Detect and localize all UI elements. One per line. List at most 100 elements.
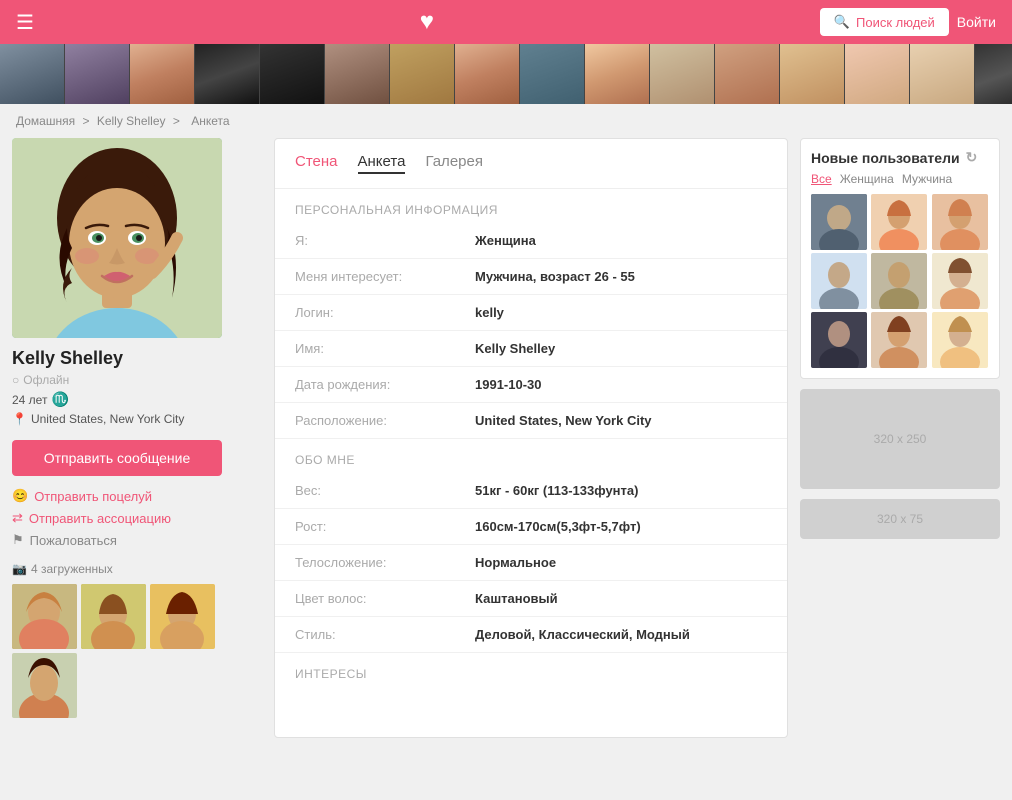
send-message-button[interactable]: Отправить сообщение: [12, 440, 222, 476]
photo-strip: [0, 44, 1012, 104]
strip-photo[interactable]: [260, 44, 325, 104]
search-button[interactable]: 🔍 Поиск людей: [820, 8, 949, 36]
user-thumb[interactable]: [932, 253, 988, 309]
location-icon: 📍: [12, 412, 27, 426]
header-actions: 🔍 Поиск людей Войти: [820, 8, 996, 36]
tab-gallery[interactable]: Галерея: [425, 153, 483, 174]
user-thumb[interactable]: [932, 194, 988, 250]
strip-photo[interactable]: [390, 44, 455, 104]
field-value: kelly: [455, 295, 787, 331]
association-icon: ⇄: [12, 510, 23, 526]
field-label: Цвет волос:: [275, 581, 455, 617]
strip-photo[interactable]: [65, 44, 130, 104]
field-label: Рост:: [275, 509, 455, 545]
report-link[interactable]: ⚑ Пожаловаться: [12, 532, 262, 548]
user-thumb[interactable]: [871, 194, 927, 250]
user-thumb[interactable]: [811, 253, 867, 309]
field-value: 160см-170см(5,3фт-5,7фт): [455, 509, 787, 545]
field-value: Женщина: [455, 223, 787, 259]
strip-photo[interactable]: [325, 44, 390, 104]
strip-photo[interactable]: [195, 44, 260, 104]
field-label: Логин:: [275, 295, 455, 331]
strip-photo[interactable]: [650, 44, 715, 104]
photos-section: 📷 4 загруженных: [12, 562, 262, 718]
table-row: Вес:51кг - 60кг (113-133фунта): [275, 473, 787, 509]
camera-icon: 📷: [12, 562, 27, 576]
photo-thumb[interactable]: [12, 653, 77, 718]
action-links: 😊 Отправить поцелуй ⇄ Отправить ассоциац…: [12, 488, 262, 548]
user-thumb[interactable]: [811, 194, 867, 250]
strip-photo[interactable]: [455, 44, 520, 104]
table-row: Цвет волос:Каштановый: [275, 581, 787, 617]
strip-photo[interactable]: [715, 44, 780, 104]
photo-grid: [12, 584, 262, 718]
table-row: Стиль:Деловой, Классический, Модный: [275, 617, 787, 653]
user-thumb[interactable]: [871, 253, 927, 309]
tab-wall[interactable]: Стена: [295, 153, 338, 174]
filter-all[interactable]: Все: [811, 172, 832, 186]
ad-label-small: 320 x 75: [877, 512, 923, 526]
field-label: Вес:: [275, 473, 455, 509]
send-association-link[interactable]: ⇄ Отправить ассоциацию: [12, 510, 262, 526]
table-row: Меня интересует:Мужчина, возраст 26 - 55: [275, 259, 787, 295]
breadcrumb: Домашняя > Kelly Shelley > Анкета: [0, 104, 1012, 138]
table-row: Я:Женщина: [275, 223, 787, 259]
user-thumb[interactable]: [871, 312, 927, 368]
strip-photo[interactable]: [910, 44, 975, 104]
profile-status: ○ Офлайн: [12, 373, 262, 387]
table-row: Дата рождения:1991-10-30: [275, 367, 787, 403]
strip-photo[interactable]: [0, 44, 65, 104]
strip-photo[interactable]: [585, 44, 650, 104]
strip-photo[interactable]: [780, 44, 845, 104]
user-thumb[interactable]: [811, 312, 867, 368]
field-value: Мужчина, возраст 26 - 55: [455, 259, 787, 295]
photo-thumb[interactable]: [150, 584, 215, 649]
about-me-table: Вес:51кг - 60кг (113-133фунта)Рост:160см…: [275, 473, 787, 653]
field-value: Каштановый: [455, 581, 787, 617]
user-thumb[interactable]: [932, 312, 988, 368]
heart-logo: ♥: [420, 8, 434, 36]
strip-photo[interactable]: [845, 44, 910, 104]
center-column: Стена Анкета Галерея ПЕРСОНАЛЬНАЯ ИНФОРМ…: [274, 138, 788, 738]
breadcrumb-sep2: >: [173, 114, 180, 128]
user-grid: [811, 194, 989, 368]
table-row: Логин:kelly: [275, 295, 787, 331]
breadcrumb-user[interactable]: Kelly Shelley: [97, 114, 166, 128]
filter-male[interactable]: Мужчина: [902, 172, 952, 186]
profile-name: Kelly Shelley: [12, 348, 262, 369]
tab-profile[interactable]: Анкета: [358, 153, 406, 174]
ad-box-small: 320 x 75: [800, 499, 1000, 539]
interests-title: ИНТЕРЕСЫ: [275, 653, 787, 687]
strip-photo[interactable]: [975, 44, 1012, 104]
field-value: 51кг - 60кг (113-133фунта): [455, 473, 787, 509]
gender-filter: Все Женщина Мужчина: [811, 172, 989, 186]
profile-photo[interactable]: [12, 138, 222, 338]
ad-box-large: 320 x 250: [800, 389, 1000, 489]
login-button[interactable]: Войти: [957, 14, 996, 30]
field-value: United States, New York City: [455, 403, 787, 439]
breadcrumb-home[interactable]: Домашняя: [16, 114, 75, 128]
personal-info-table: Я:ЖенщинаМеня интересует:Мужчина, возрас…: [275, 223, 787, 439]
header: ☰ ♥ 🔍 Поиск людей Войти: [0, 0, 1012, 44]
personal-info-title: ПЕРСОНАЛЬНАЯ ИНФОРМАЦИЯ: [275, 189, 787, 223]
field-value: Нормальное: [455, 545, 787, 581]
new-users-title: Новые пользователи ↻: [811, 149, 989, 166]
main-content: Kelly Shelley ○ Офлайн 24 лет ♏ 📍 United…: [0, 138, 1012, 750]
tabs: Стена Анкета Галерея: [275, 139, 787, 189]
field-label: Я:: [275, 223, 455, 259]
send-kiss-link[interactable]: 😊 Отправить поцелуй: [12, 488, 262, 504]
profile-location: 📍 United States, New York City: [12, 412, 262, 426]
menu-icon[interactable]: ☰: [16, 10, 34, 35]
left-column: Kelly Shelley ○ Офлайн 24 лет ♏ 📍 United…: [12, 138, 262, 738]
photo-thumb[interactable]: [81, 584, 146, 649]
kiss-icon: 😊: [12, 488, 28, 504]
table-row: Рост:160см-170см(5,3фт-5,7фт): [275, 509, 787, 545]
photo-thumb[interactable]: [12, 584, 77, 649]
photos-label: 📷 4 загруженных: [12, 562, 262, 576]
search-icon: 🔍: [834, 14, 850, 30]
strip-photo[interactable]: [130, 44, 195, 104]
strip-photo[interactable]: [520, 44, 585, 104]
refresh-icon[interactable]: ↻: [966, 149, 978, 166]
breadcrumb-current: Анкета: [191, 114, 229, 128]
filter-female[interactable]: Женщина: [840, 172, 894, 186]
